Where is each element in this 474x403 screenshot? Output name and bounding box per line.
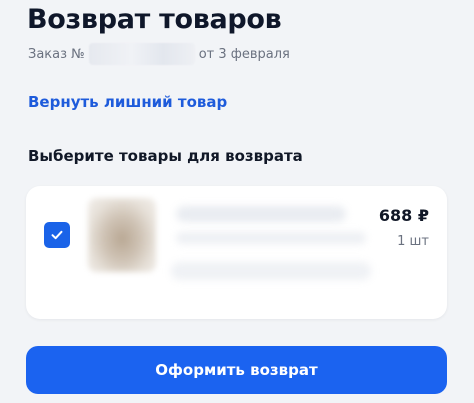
order-info: Заказ № от 3 февраля	[28, 43, 290, 65]
submit-return-button[interactable]: Оформить возврат	[26, 346, 447, 394]
select-items-heading: Выберите товары для возврата	[28, 147, 303, 165]
order-prefix: Заказ №	[28, 46, 85, 62]
check-icon	[51, 230, 63, 240]
product-image	[88, 198, 156, 272]
product-meta-redacted	[171, 262, 371, 280]
return-extra-item-link[interactable]: Вернуть лишний товар	[28, 93, 227, 111]
product-name-redacted	[176, 206, 346, 222]
order-date: от 3 февраля	[198, 46, 290, 62]
product-details-redacted	[176, 232, 366, 244]
item-checkbox[interactable]	[44, 222, 70, 248]
item-quantity: 1 шт	[397, 234, 429, 249]
return-item-card: 688 ₽ 1 шт	[26, 186, 447, 319]
order-number-redacted	[88, 43, 195, 65]
item-price: 688 ₽	[378, 206, 429, 225]
page-title: Возврат товаров	[27, 4, 282, 35]
returns-page: Возврат товаров Заказ № от 3 февраля Вер…	[0, 0, 474, 403]
